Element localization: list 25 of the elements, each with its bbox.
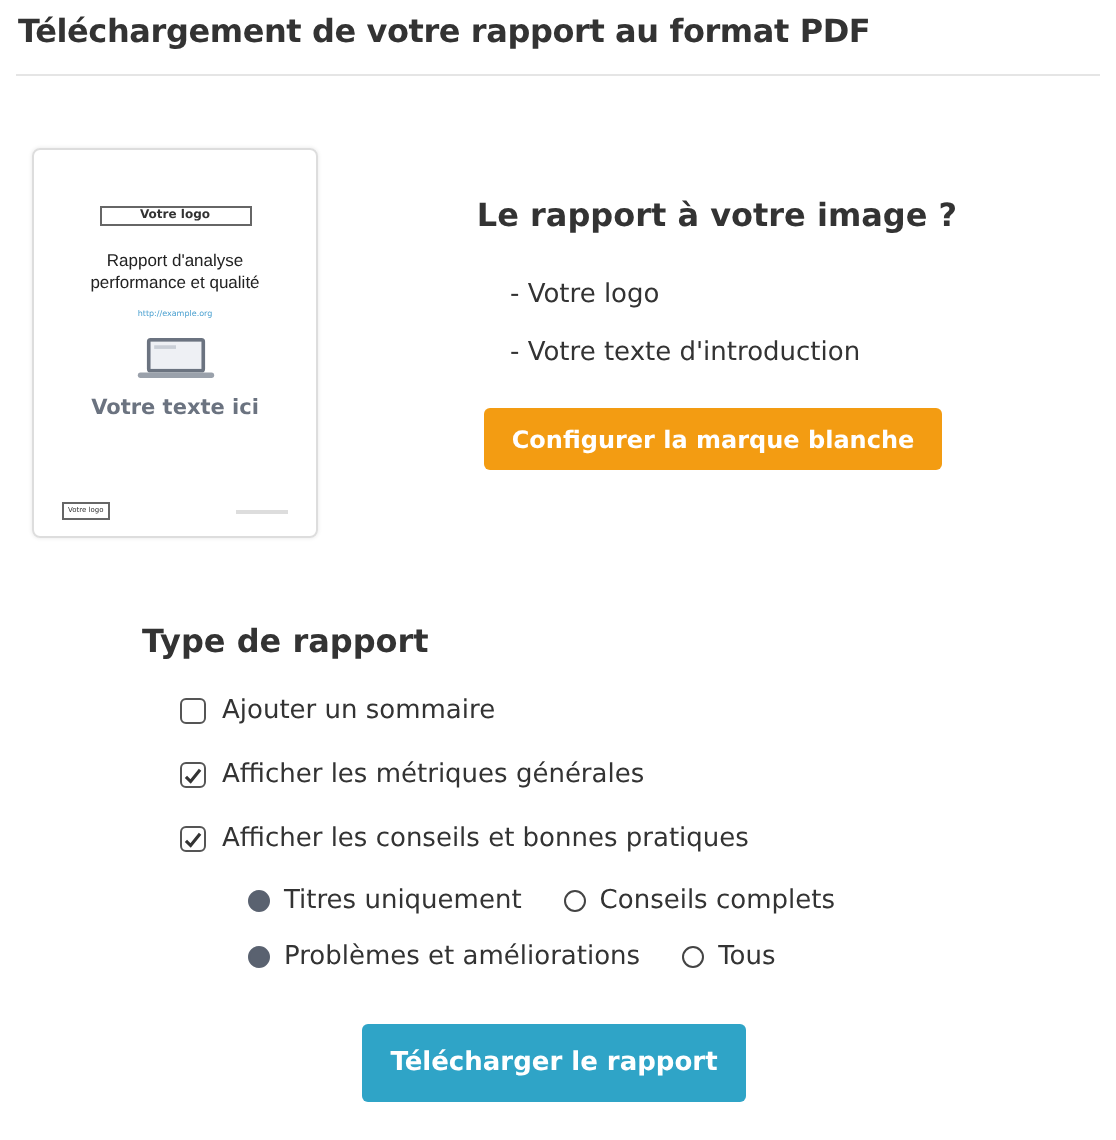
radio-label: Titres uniquement bbox=[284, 885, 522, 915]
configure-button[interactable]: Configurer la marque blanche bbox=[483, 408, 943, 470]
download-button[interactable]: Télécharger le rapport bbox=[362, 1024, 746, 1102]
radio-label: Problèmes et améliorations bbox=[284, 941, 641, 971]
footer-line bbox=[236, 509, 288, 513]
section-heading: Le rapport à votre image ? bbox=[476, 196, 958, 234]
checkbox[interactable] bbox=[180, 698, 206, 724]
preview-heading: Rapport d'analyse performance et qualité bbox=[88, 250, 262, 294]
checkbox-label: Afficher les conseils et bonnes pratiques bbox=[222, 824, 749, 854]
checkbox[interactable] bbox=[180, 826, 206, 852]
laptop-icon bbox=[135, 336, 215, 380]
radio-label: Conseils complets bbox=[599, 885, 835, 915]
radio-button[interactable] bbox=[563, 889, 586, 911]
checkbox-label: Ajouter un sommaire bbox=[222, 696, 496, 726]
preview-text: Votre texte ici bbox=[91, 396, 259, 420]
checkbox[interactable] bbox=[180, 762, 206, 788]
radio-button[interactable] bbox=[248, 889, 270, 911]
radio-button[interactable] bbox=[682, 945, 705, 967]
feature-item: - Votre logo bbox=[510, 278, 662, 314]
dialog-title: Téléchargement de votre rapport au format PDF bbox=[16, 10, 873, 54]
radio-button[interactable] bbox=[248, 945, 270, 967]
feature-item: - Votre texte d'introduction bbox=[510, 336, 861, 372]
section-heading: Type de rapport bbox=[142, 622, 431, 660]
checkbox-label: Afficher les métriques générales bbox=[222, 760, 645, 790]
radio-label: Tous bbox=[718, 941, 776, 971]
